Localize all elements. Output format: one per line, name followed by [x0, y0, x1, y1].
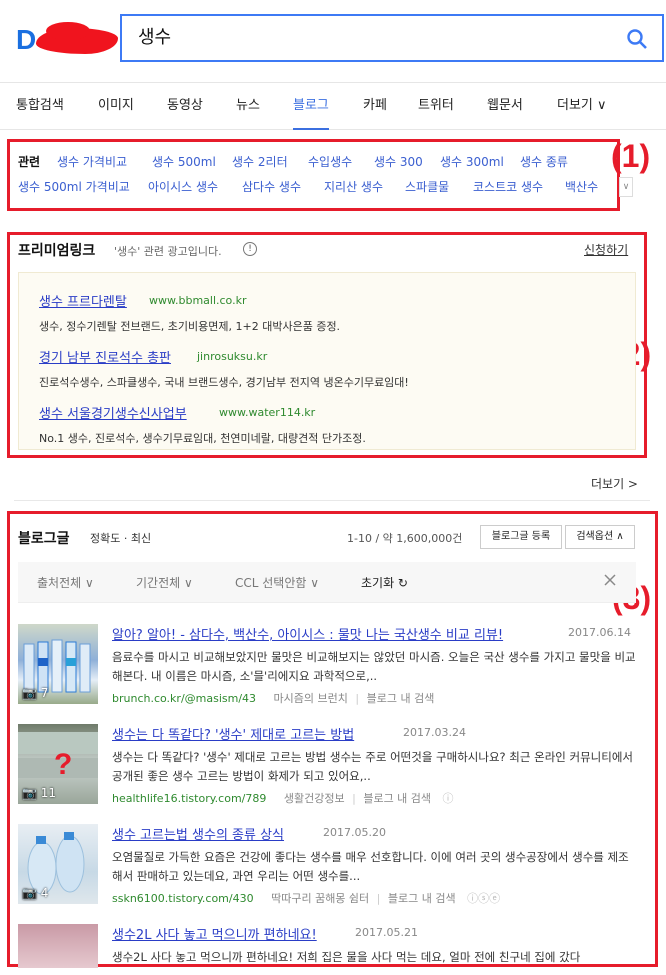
result-snippet: 생수2L 사다 놓고 먹으니까 편하네요! 저희 집은 물을 사다 먹는 데요,… [112, 950, 581, 964]
related-link[interactable]: 생수 종류 [520, 153, 568, 170]
filter-bar: 출처전체 ∨ 기간전체 ∨ CCL 선택안함 ∨ 초기화 ↻ [18, 562, 636, 603]
ad-title[interactable]: 경기 남부 진로석수 총판 [39, 347, 171, 366]
tab-web[interactable]: 웹문서 [487, 83, 523, 129]
related-link[interactable]: 수입생수 [308, 153, 352, 170]
tab-more[interactable]: 더보기 ∨ [557, 83, 607, 129]
tab-blog[interactable]: 블로그 [293, 83, 329, 130]
result-snippet: 오염물질로 가득한 요즘은 건강에 좋다는 생수를 매우 선호합니다. 이에 여… [112, 850, 629, 883]
search-input[interactable]: 생수 [138, 16, 171, 60]
premium-link-subtitle: '생수' 관련 광고입니다. [114, 245, 222, 258]
result-blog-name[interactable]: 마시즘의 브런치 [274, 692, 348, 705]
blog-search-link[interactable]: 블로그 내 검색 [367, 692, 435, 705]
result-thumbnail[interactable]: ? 📷 11 [18, 724, 98, 804]
tab-cafe[interactable]: 카페 [363, 83, 387, 129]
photo-count: 📷 7 [22, 686, 49, 700]
related-link[interactable]: 생수 2리터 [232, 153, 288, 170]
search-tabs: 통합검색 이미지 동영상 뉴스 블로그 카페 트위터 웹문서 더보기 ∨ [0, 82, 666, 130]
result-title[interactable]: 알아? 알아! - 삼다수, 백산수, 아이시스 : 물맛 나는 국산생수 비교… [112, 624, 503, 643]
related-link[interactable]: 생수 500ml 가격비교 [18, 178, 130, 195]
photo-count: 📷 11 [22, 786, 57, 800]
result-meta: sskn6100.tistory.com/430 딱따구리 꿈해몽 쉼터 | 블… [112, 892, 501, 905]
ad-url[interactable]: www.bbmall.co.kr [149, 294, 246, 307]
ad-list: 생수 프르다렌탈 www.bbmall.co.kr 생수, 정수기렌탈 전브랜드… [18, 272, 636, 450]
result-source-url[interactable]: healthlife16.tistory.com/789 [112, 792, 266, 805]
related-link[interactable]: 스파클물 [405, 178, 449, 195]
search-icon[interactable] [626, 28, 648, 50]
daum-logo[interactable]: D [16, 22, 118, 56]
ad-url[interactable]: www.water114.kr [219, 406, 315, 419]
ad-description: 생수, 정수기렌탈 전브랜드, 초기비용면제, 1+2 대박사은품 증정. [39, 320, 341, 333]
divider [14, 500, 650, 501]
related-expand-toggle[interactable]: ∨ [619, 177, 633, 197]
result-date: 2017.06.14 [568, 626, 631, 639]
result-source-url[interactable]: sskn6100.tistory.com/430 [112, 892, 254, 905]
related-link[interactable]: 생수 500ml [152, 153, 216, 170]
search-box[interactable]: 생수 [120, 14, 664, 62]
close-icon[interactable] [603, 573, 617, 587]
sort-options[interactable]: 정확도 · 최신 [90, 530, 151, 546]
related-link[interactable]: 코스트코 생수 [473, 178, 543, 195]
header: D 생수 [0, 0, 666, 82]
info-icon[interactable]: ! [243, 242, 257, 256]
tab-image[interactable]: 이미지 [98, 83, 134, 129]
register-blog-button[interactable]: 블로그글 등록 [480, 525, 562, 549]
ad-url[interactable]: jinrosuksu.kr [197, 350, 267, 363]
related-link[interactable]: 생수 가격비교 [57, 153, 127, 170]
ad-description: No.1 생수, 진로석수, 생수기무료임대, 천연미네랄, 대량견적 단가조정… [39, 432, 366, 445]
result-date: 2017.05.20 [323, 826, 386, 839]
result-meta: brunch.co.kr/@masism/43 마시즘의 브런치 | 블로그 내… [112, 692, 435, 705]
result-thumbnail[interactable] [18, 924, 98, 968]
blog-search-link[interactable]: 블로그 내 검색 [363, 792, 431, 805]
ccl-icon: ⓘ [442, 792, 454, 805]
ccl-icon: ⓘⓢⓔ [467, 892, 501, 905]
filter-period[interactable]: 기간전체 ∨ [136, 574, 193, 591]
annotation-label-1: (1) [611, 138, 651, 174]
premium-link-title: 프리미엄링크 [18, 243, 96, 259]
photo-count: 📷 4 [22, 886, 49, 900]
ad-description: 진로석수생수, 스파클생수, 국내 브랜드생수, 경기남부 전지역 냉온수기무료… [39, 376, 409, 389]
related-link[interactable]: 삼다수 생수 [242, 178, 301, 195]
result-date: 2017.05.21 [355, 926, 418, 939]
related-link[interactable]: 지리산 생수 [324, 178, 383, 195]
related-title: 관련 [18, 155, 41, 169]
result-snippet: 음료수를 마시고 비교해보았지만 물맛은 비교해보지는 않았던 마시즘. 오늘은… [112, 650, 636, 683]
result-thumbnail[interactable]: 📷 4 [18, 824, 98, 904]
result-blog-name[interactable]: 생활건강정보 [284, 792, 345, 805]
premium-more-link[interactable]: 더보기 > [591, 475, 638, 492]
result-date: 2017.03.24 [403, 726, 466, 739]
result-thumbnail[interactable]: 📷 7 [18, 624, 98, 704]
blog-section-title: 블로그글 [18, 531, 70, 547]
result-count: 1-10 / 약 1,600,000건 [347, 532, 463, 545]
related-link[interactable]: 백산수 [565, 178, 598, 195]
related-link[interactable]: 아이시스 생수 [148, 178, 218, 195]
svg-text:?: ? [54, 748, 72, 781]
ad-title[interactable]: 생수 서울경기생수신사업부 [39, 403, 187, 422]
result-source-url[interactable]: brunch.co.kr/@masism/43 [112, 692, 256, 705]
blog-search-link[interactable]: 블로그 내 검색 [388, 892, 456, 905]
tab-all[interactable]: 통합검색 [16, 83, 64, 129]
result-title[interactable]: 생수 고르는법 생수의 종류 상식 [112, 824, 284, 843]
annotation-box-1 [7, 139, 620, 211]
result-blog-name[interactable]: 딱따구리 꿈해몽 쉼터 [271, 892, 369, 905]
filter-source[interactable]: 출처전체 ∨ [37, 574, 94, 591]
filter-ccl[interactable]: CCL 선택안함 ∨ [235, 574, 319, 591]
related-link[interactable]: 생수 300 [374, 153, 423, 170]
result-title[interactable]: 생수는 다 똑같다? '생수' 제대로 고르는 방법 [112, 724, 354, 743]
apply-ad-link[interactable]: 신청하기 [584, 241, 628, 258]
related-link[interactable]: 생수 300ml [440, 153, 504, 170]
result-meta: healthlife16.tistory.com/789 생활건강정보 | 블로… [112, 792, 454, 805]
result-title[interactable]: 생수2L 사다 놓고 먹으니까 편하네요! [112, 924, 317, 943]
tab-news[interactable]: 뉴스 [236, 83, 260, 129]
result-snippet: 생수는 다 똑같다? '생수' 제대로 고르는 방법 생수는 주로 어떤것을 구… [112, 750, 633, 783]
ad-title[interactable]: 생수 프르다렌탈 [39, 291, 127, 310]
tab-twitter[interactable]: 트위터 [418, 83, 454, 129]
tab-video[interactable]: 동영상 [167, 83, 203, 129]
search-options-button[interactable]: 검색옵션 ∧ [565, 525, 635, 549]
filter-reset[interactable]: 초기화 ↻ [361, 574, 408, 591]
